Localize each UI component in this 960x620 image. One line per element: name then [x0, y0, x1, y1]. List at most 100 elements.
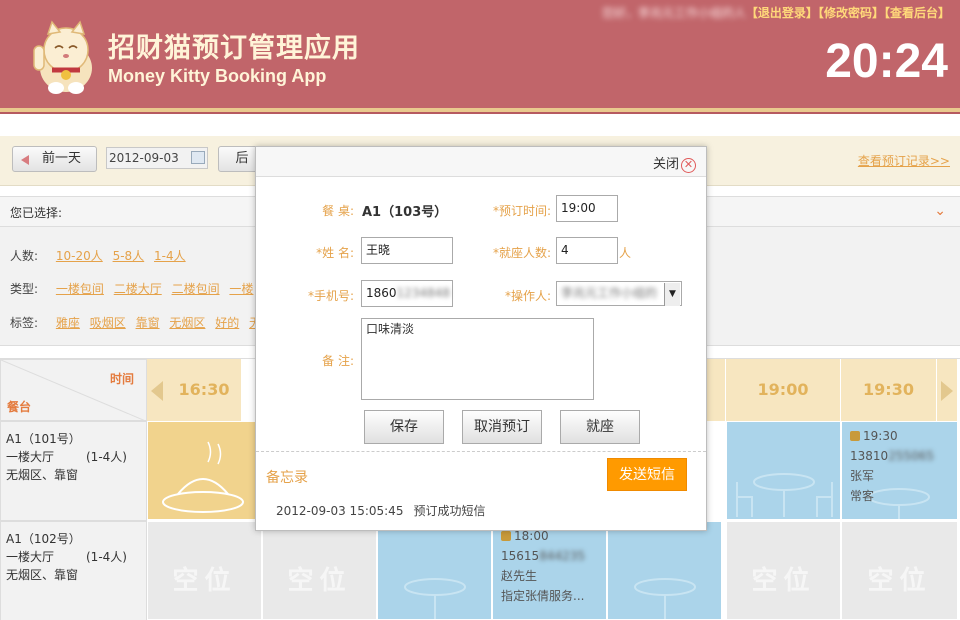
notes-textarea[interactable]: 口味清淡 — [361, 318, 594, 400]
scroll-left-button[interactable] — [147, 359, 167, 421]
arrow-right-icon — [941, 381, 953, 401]
booking-info: 18:00 15615844235 赵先生 指定张倩服务... — [501, 526, 585, 606]
operator-select[interactable]: 李兆元工作小组的 ▼ — [556, 281, 682, 306]
date-input[interactable]: 2012-09-03 — [106, 147, 208, 169]
slot-available[interactable] — [726, 421, 841, 520]
phone-hidden: 1234848 — [396, 286, 450, 300]
slot-booked[interactable] — [377, 521, 492, 620]
guests-field-label: *就座人数: — [492, 246, 551, 260]
filter-option[interactable]: 10-20人 — [56, 249, 103, 263]
user-links: 您好，李兆元工作小组的人【退出登录】【修改密码】【查看后台】 — [601, 6, 950, 20]
view-records-link[interactable]: 查看预订记录>> — [858, 152, 950, 169]
booking-info: 19:30 13810255065 张军 常客 — [850, 426, 934, 506]
memo-title: 备忘录 — [266, 470, 308, 486]
close-button[interactable]: 关闭 ✕ — [653, 153, 696, 173]
table-illustration — [736, 473, 833, 517]
booking-time-input[interactable]: 19:00 — [556, 195, 618, 222]
guests-value: 4 — [561, 243, 569, 257]
notes-field-label: 备 注: — [322, 354, 354, 368]
table-capacity: (1-4人) — [86, 450, 127, 464]
slot-empty[interactable]: 空位 — [147, 521, 262, 620]
lock-icon — [501, 531, 511, 541]
filter-label: 类型: — [10, 282, 39, 296]
table-name: A1（102号） — [6, 532, 81, 546]
time-slot-header: 16:30 — [167, 359, 242, 421]
close-label: 关闭 — [652, 157, 679, 172]
filter-option[interactable]: 一楼 — [229, 282, 253, 296]
name-input[interactable]: 王晓 — [361, 237, 453, 264]
dining-illustration — [162, 441, 244, 513]
table-tags: 无烟区、靠窗 — [6, 468, 79, 482]
filter-option[interactable]: 无烟区 — [169, 316, 205, 330]
filter-option[interactable]: 1-4人 — [154, 249, 186, 263]
slot-booked[interactable] — [607, 521, 722, 620]
logout-link[interactable]: 退出登录 — [758, 6, 806, 20]
date-value: 2012-09-03 — [109, 151, 179, 165]
change-password-link[interactable]: 修改密码 — [824, 6, 872, 20]
slot-booked[interactable]: 19:30 13810255065 张军 常客 — [841, 421, 958, 520]
seat-button[interactable]: 就座 — [560, 410, 640, 444]
phone-value: 1860 — [366, 286, 397, 300]
phone-field-label: *手机号: — [307, 289, 354, 303]
empty-label: 空位 — [867, 566, 932, 596]
scroll-right-button[interactable] — [937, 359, 957, 421]
admin-link[interactable]: 查看后台 — [890, 6, 938, 20]
app-header: 招财猫预订管理应用 Money Kitty Booking App 您好，李兆元… — [0, 0, 960, 108]
filter-option[interactable]: 二楼大厅 — [114, 282, 162, 296]
booking-phone-hidden: 844235 — [539, 549, 585, 563]
greeting: 您好， — [601, 6, 638, 20]
empty-label: 空位 — [287, 566, 352, 596]
phone-input[interactable]: 18601234848 — [361, 280, 453, 307]
guests-input[interactable]: 4 — [556, 237, 618, 264]
prev-day-button[interactable]: 前一天 — [12, 146, 97, 172]
table-name: A1（101号） — [6, 432, 81, 446]
chevron-down-icon[interactable]: ⌄ — [934, 203, 946, 219]
slot-empty[interactable]: 空位 — [262, 521, 377, 620]
filter-option[interactable]: 二楼包间 — [172, 282, 220, 296]
name-value: 王晓 — [366, 243, 391, 257]
table-capacity: (1-4人) — [86, 550, 127, 564]
filter-option[interactable]: 5-8人 — [113, 249, 145, 263]
grid-corner: 时间 餐台 — [0, 359, 148, 422]
send-sms-button[interactable]: 发送短信 — [607, 458, 687, 491]
arrow-left-icon — [21, 155, 29, 165]
table-tags: 无烟区、靠窗 — [6, 568, 79, 582]
operator-field-label: *操作人: — [504, 289, 551, 303]
slot-empty[interactable]: 空位 — [726, 521, 841, 620]
booking-time-value: 19:00 — [561, 201, 596, 215]
booking-note: 指定张倩服务... — [501, 589, 585, 603]
filter-option[interactable]: 靠窗 — [136, 316, 160, 330]
slot-dining[interactable] — [147, 421, 262, 520]
user-name: 李兆元工作小组的人 — [637, 6, 746, 20]
filter-row-tags: 标签: 雅座 吸烟区 靠窗 无烟区 好的 无 — [10, 314, 261, 331]
slot-booked[interactable]: 18:00 15615844235 赵先生 指定张倩服务... — [492, 521, 607, 620]
cancel-booking-button[interactable]: 取消预订 — [462, 410, 542, 444]
dialog-titlebar: 关闭 ✕ — [256, 147, 706, 177]
filter-option[interactable]: 吸烟区 — [90, 316, 126, 330]
booking-name: 张军 — [850, 469, 875, 483]
empty-label: 空位 — [172, 566, 237, 596]
table-illustration — [634, 578, 696, 619]
clock: 20:24 — [825, 35, 948, 88]
filter-option[interactable]: 好的 — [215, 316, 239, 330]
time-slot-header — [706, 359, 726, 421]
booking-time: 19:30 — [863, 429, 898, 443]
table-field-value: A1（103号） — [362, 205, 448, 220]
guests-unit: 人 — [619, 246, 632, 260]
time-header-label: 时间 — [109, 372, 134, 386]
table-header-label: 餐台 — [7, 400, 32, 414]
dialog-divider — [256, 451, 706, 452]
selected-label: 您已选择: — [10, 206, 63, 220]
filter-option[interactable]: 雅座 — [56, 316, 80, 330]
calendar-icon[interactable] — [191, 151, 205, 164]
slot-empty[interactable]: 空位 — [841, 521, 958, 620]
chevron-down-icon: ▼ — [664, 283, 680, 306]
filter-option[interactable]: 一楼包间 — [56, 282, 104, 296]
time-slot-header: 19:30 — [841, 359, 937, 421]
app-subtitle: Money Kitty Booking App — [108, 66, 327, 86]
time-field-label: *预订时间: — [492, 204, 551, 218]
filter-label: 标签: — [10, 316, 39, 330]
money-kitty-logo — [33, 20, 92, 94]
save-button[interactable]: 保存 — [364, 410, 444, 444]
app-title: 招财猫预订管理应用 — [108, 33, 360, 64]
